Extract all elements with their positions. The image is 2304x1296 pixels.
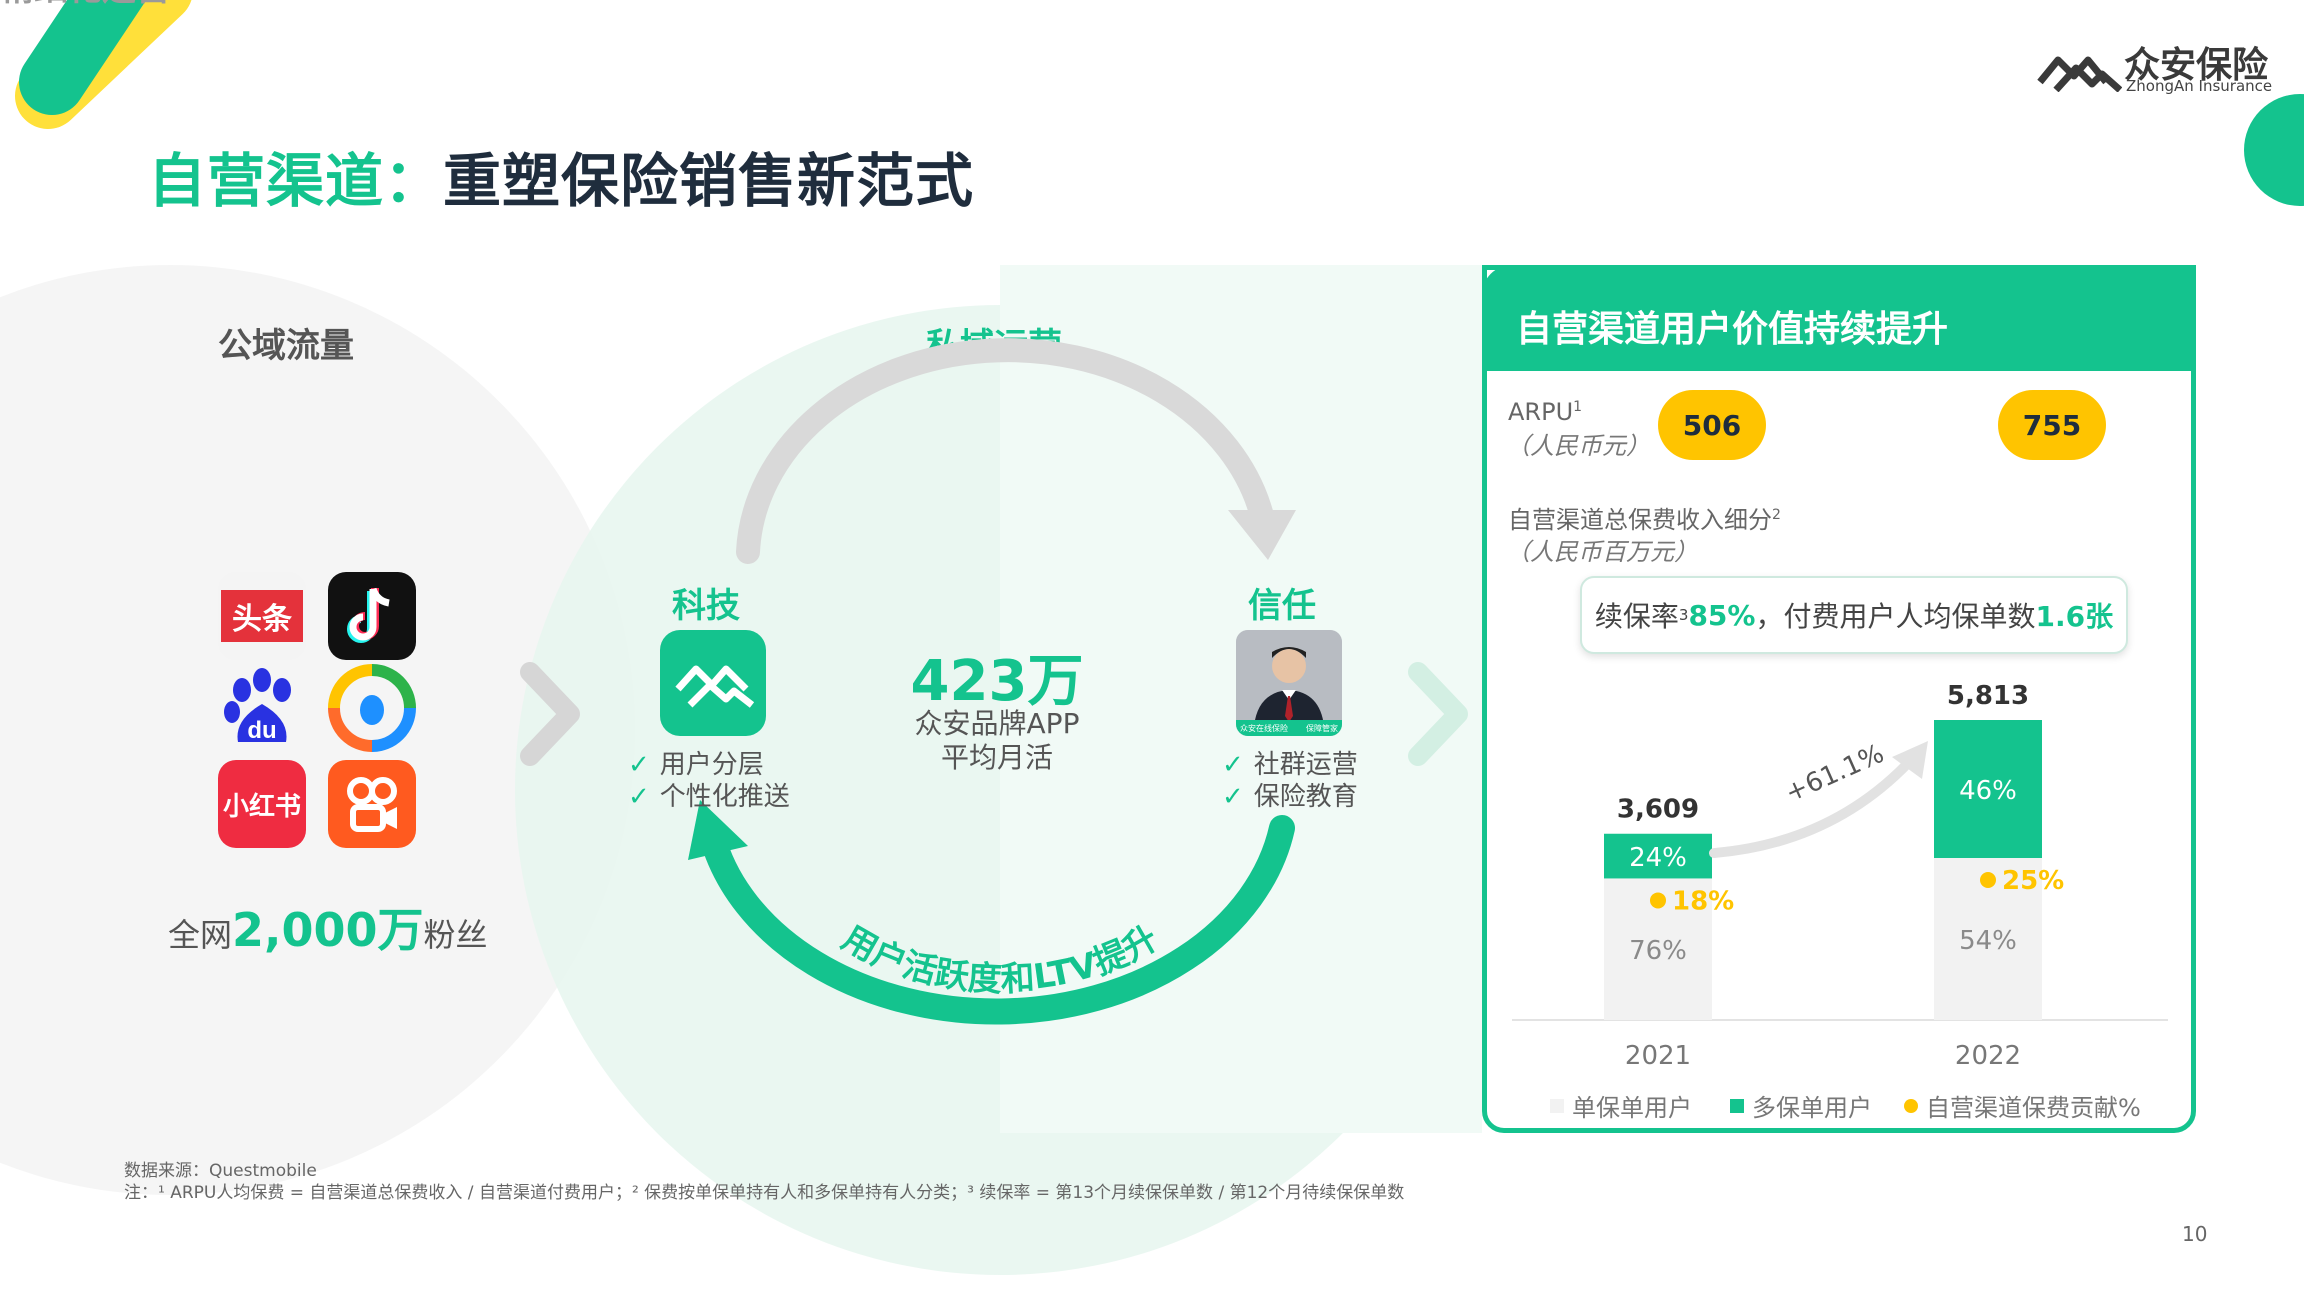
arpu-label: ARPU1: [1508, 398, 1582, 426]
tech-point-2: ✓ 个性化推送: [628, 776, 790, 813]
bar-total-label-2021: 3,609: [1617, 795, 1699, 825]
legend-multi-label: 多保单用户: [1752, 1094, 1872, 1122]
breakdown-label-text: 自营渠道总保费收入细分: [1508, 506, 1772, 534]
callout-b: 85%: [1688, 598, 1756, 632]
contribution-label-2022: 25%: [2002, 866, 2064, 896]
top-arrowhead: [1228, 510, 1296, 560]
legend-multi-swatch: [1730, 1098, 1744, 1113]
value-panel-title: 自营渠道用户价值持续提升: [1516, 309, 1949, 350]
legend-single: 单保单用户: [1550, 1088, 1692, 1123]
check-icon: ✓: [1222, 782, 1244, 812]
tech-point-2-label: 个性化推送: [659, 782, 790, 812]
legend-single-swatch: [1550, 1098, 1564, 1113]
bar-multi-label-2022: 46%: [1959, 776, 2017, 806]
tech-heading: 科技: [672, 586, 740, 626]
legend-contribution-swatch: [1904, 1098, 1918, 1113]
breakdown-sup: 2: [1772, 507, 1781, 523]
callout-d: 1.6张: [2035, 600, 2114, 633]
x-tick-2022: 2022: [1955, 1041, 2021, 1071]
arpu-2022-pill: 755: [1998, 390, 2106, 460]
zhongan-app-mark-icon: [675, 665, 754, 708]
arpu-unit: （人民币元）: [1506, 432, 1650, 460]
contribution-dot-2021: [1650, 892, 1666, 909]
contribution-dot-2022: [1980, 872, 1996, 888]
bar-multi-label-2021: 24%: [1629, 843, 1687, 873]
zhongan-app-icon: [660, 630, 766, 736]
breakdown-label: 自营渠道总保费收入细分2: [1508, 500, 1781, 535]
retention-callout: 续保率 3 85% ，付费用户人均保单数 1.6张: [1580, 576, 2128, 654]
legend-contribution-label: 自营渠道保费贡献%: [1926, 1094, 2141, 1122]
trust-point-2: ✓ 保险教育: [1222, 776, 1358, 813]
bar-single-label-2021: 76%: [1629, 936, 1687, 966]
bar-total-label-2022: 5,813: [1947, 681, 2029, 711]
arpu-label-text: ARPU: [1508, 398, 1574, 426]
advisor-caption-bar: 众安在线保险 保障管家: [1236, 720, 1342, 736]
advisor-avatar: 众安在线保险 保障管家: [1236, 630, 1342, 736]
top-arc-label: 精细化运营: [0, 0, 170, 9]
callout-sup: 3: [1678, 606, 1689, 624]
legend-contribution: 自营渠道保费贡献%: [1904, 1088, 2141, 1123]
trust-heading: 信任: [1248, 586, 1316, 626]
breakdown-unit: （人民币百万元）: [1506, 538, 1698, 566]
legend-multi: 多保单用户: [1730, 1088, 1872, 1123]
page-number: 10: [2182, 1222, 2208, 1246]
arpu-2021-pill: 506: [1658, 390, 1766, 460]
callout-c: ，付费用户人均保单数: [1755, 600, 2036, 633]
premium-breakdown-chart: 76%24%3,60918%202154%46%5,81325%2022+61.…: [1512, 681, 2168, 1071]
bar-single-label-2022: 54%: [1959, 926, 2017, 956]
legend-single-label: 单保单用户: [1572, 1094, 1692, 1122]
check-icon: ✓: [628, 782, 650, 812]
trust-point-2-label: 保险教育: [1253, 782, 1358, 812]
advisor-caption-right: 保障管家: [1306, 723, 1338, 733]
advisor-caption-left: 众安在线保险: [1240, 723, 1288, 733]
callout-a: 续保率: [1594, 600, 1679, 633]
contribution-label-2021: 18%: [1672, 886, 1734, 916]
top-arc-arrow: [736, 338, 1274, 564]
arpu-sup: 1: [1573, 399, 1583, 415]
mau-line-2: 平均月活: [940, 741, 1053, 774]
footnote: 注：¹ ARPU人均保费 = 自营渠道总保费收入 / 自营渠道付费用户；² 保费…: [124, 1183, 1405, 1203]
x-tick-2021: 2021: [1625, 1041, 1691, 1071]
